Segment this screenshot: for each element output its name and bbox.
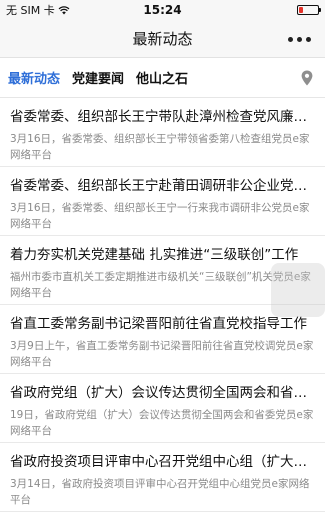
- news-summary: 3月9日上午，省直工委常务副书记梁晋阳前往省直党校调党员e家网络平台: [10, 340, 314, 368]
- tab-latest[interactable]: 最新动态: [8, 68, 60, 87]
- status-time: 15:24: [143, 3, 182, 17]
- news-title: 省政府党组（扩大）会议传达贯彻全国两会和省委会议精神: [10, 385, 315, 401]
- carrier-label: 无 SIM 卡: [6, 4, 55, 17]
- nav-bar: 最新动态: [0, 20, 325, 58]
- news-summary: 3月14日，省政府投资项目评审中心召开党组中心组党员e家网络平台: [10, 478, 310, 506]
- floating-assistive-button[interactable]: [271, 263, 325, 317]
- news-title: 省政府投资项目评审中心召开党组中心组（扩大）学习会: [10, 454, 315, 470]
- tab-other-mountains[interactable]: 他山之石: [136, 68, 188, 87]
- news-item[interactable]: 省政府投资项目评审中心召开党组中心组（扩大）学习会 3月14日，省政府投资项目评审…: [0, 443, 325, 512]
- news-title: 省委常委、组织部长王宁赴莆田调研非公企业党建工作: [10, 178, 315, 194]
- news-title: 省直工委常务副书记梁晋阳前往省直党校指导工作: [10, 316, 307, 332]
- more-dot-icon: [306, 36, 311, 42]
- wifi-icon: [58, 5, 70, 14]
- news-title: 着力夯实机关党建基础 扎实推进“三级联创”工作: [10, 247, 299, 263]
- tab-party-news[interactable]: 党建要闻: [72, 68, 124, 87]
- news-item[interactable]: 省政府党组（扩大）会议传达贯彻全国两会和省委会议精神 19日，省政府党组（扩大）会…: [0, 374, 325, 443]
- battery-fill: [299, 7, 303, 13]
- page-title: 最新动态: [132, 30, 193, 48]
- status-right: [199, 5, 321, 15]
- news-summary: 3月16日，省委常委、组织部长王宁带领省委第八检查组党员e家网络平台: [10, 133, 310, 161]
- status-left: 无 SIM 卡: [6, 2, 126, 18]
- battery-icon: [297, 5, 321, 15]
- news-item[interactable]: 省委常委、组织部长王宁带队赴漳州检查党风廉政建设 3月16日，省委常委、组织部长王…: [0, 98, 325, 167]
- news-summary: 3月16日，省委常委、组织部长王宁一行来我市调研非公党员e家网络平台: [10, 202, 310, 230]
- status-bar: 无 SIM 卡 15:24: [0, 0, 325, 20]
- news-item[interactable]: 省委常委、组织部长王宁赴莆田调研非公企业党建工作 3月16日，省委常委、组织部长王…: [0, 167, 325, 236]
- more-dot-icon: [288, 36, 293, 42]
- news-summary: 福州市委市直机关工委定期推进市级机关“三级联创”机关党员e家网络平台: [10, 271, 311, 299]
- more-dot-icon: [297, 36, 302, 42]
- tab-bar: 最新动态 党建要闻 他山之石: [0, 58, 325, 98]
- more-button[interactable]: [288, 20, 311, 58]
- news-title: 省委常委、组织部长王宁带队赴漳州检查党风廉政建设: [10, 109, 315, 125]
- location-pin-icon[interactable]: [301, 70, 313, 86]
- news-summary: 19日，省政府党组（扩大）会议传达贯彻全国两会和省委党员e家网络平台: [10, 409, 314, 437]
